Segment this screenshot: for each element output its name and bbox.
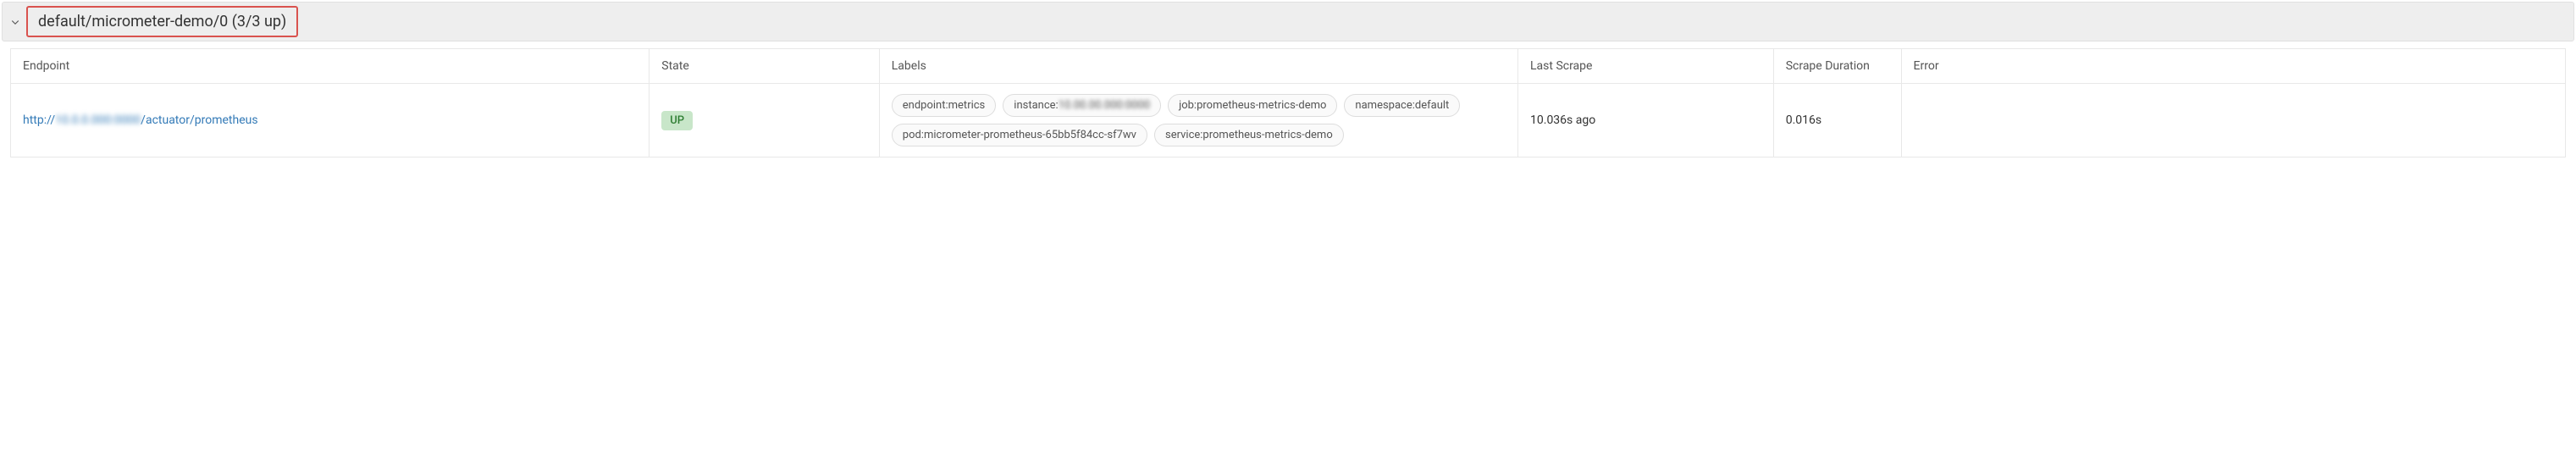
chevron-down-icon bbox=[9, 16, 21, 28]
label-pill: instance:10.00.00.000:0000 bbox=[1003, 94, 1161, 117]
table-row: http://10.0.0.000:0000/actuator/promethe… bbox=[11, 84, 2566, 157]
label-pill: service:prometheus-metrics-demo bbox=[1154, 124, 1344, 146]
label-pill: endpoint:metrics bbox=[892, 94, 997, 117]
table-header-row: Endpoint State Labels Last Scrape Scrape… bbox=[11, 49, 2566, 84]
col-header-error: Error bbox=[1901, 49, 2565, 84]
col-header-scrape-duration: Scrape Duration bbox=[1773, 49, 1901, 84]
endpoint-suffix: /actuator/prometheus bbox=[141, 113, 257, 127]
cell-scrape-duration: 0.016s bbox=[1773, 84, 1901, 157]
endpoint-prefix: http:// bbox=[23, 113, 55, 127]
cell-labels: endpoint:metrics instance:10.00.00.000:00… bbox=[879, 84, 1517, 157]
endpoint-link[interactable]: http://10.0.0.000:0000/actuator/promethe… bbox=[23, 113, 258, 127]
col-header-labels: Labels bbox=[879, 49, 1517, 84]
col-header-endpoint: Endpoint bbox=[11, 49, 650, 84]
state-badge: UP bbox=[661, 111, 693, 130]
targets-table-wrapper: Endpoint State Labels Last Scrape Scrape… bbox=[2, 41, 2574, 157]
cell-last-scrape: 10.036s ago bbox=[1518, 84, 1774, 157]
label-pill: namespace:default bbox=[1344, 94, 1460, 117]
cell-state: UP bbox=[650, 84, 880, 157]
labels-container: endpoint:metrics instance:10.00.00.000:00… bbox=[892, 94, 1506, 146]
cell-endpoint: http://10.0.0.000:0000/actuator/promethe… bbox=[11, 84, 650, 157]
label-pill: pod:micrometer-prometheus-65bb5f84cc-sf7… bbox=[892, 124, 1147, 146]
col-header-last-scrape: Last Scrape bbox=[1518, 49, 1774, 84]
col-header-state: State bbox=[650, 49, 880, 84]
endpoint-host-redacted: 10.0.0.000:0000 bbox=[55, 113, 141, 127]
cell-error bbox=[1901, 84, 2565, 157]
target-title: default/micrometer-demo/0 (3/3 up) bbox=[26, 6, 298, 37]
target-header[interactable]: default/micrometer-demo/0 (3/3 up) bbox=[2, 2, 2574, 41]
label-pill: job:prometheus-metrics-demo bbox=[1168, 94, 1337, 117]
targets-table: Endpoint State Labels Last Scrape Scrape… bbox=[10, 48, 2566, 157]
